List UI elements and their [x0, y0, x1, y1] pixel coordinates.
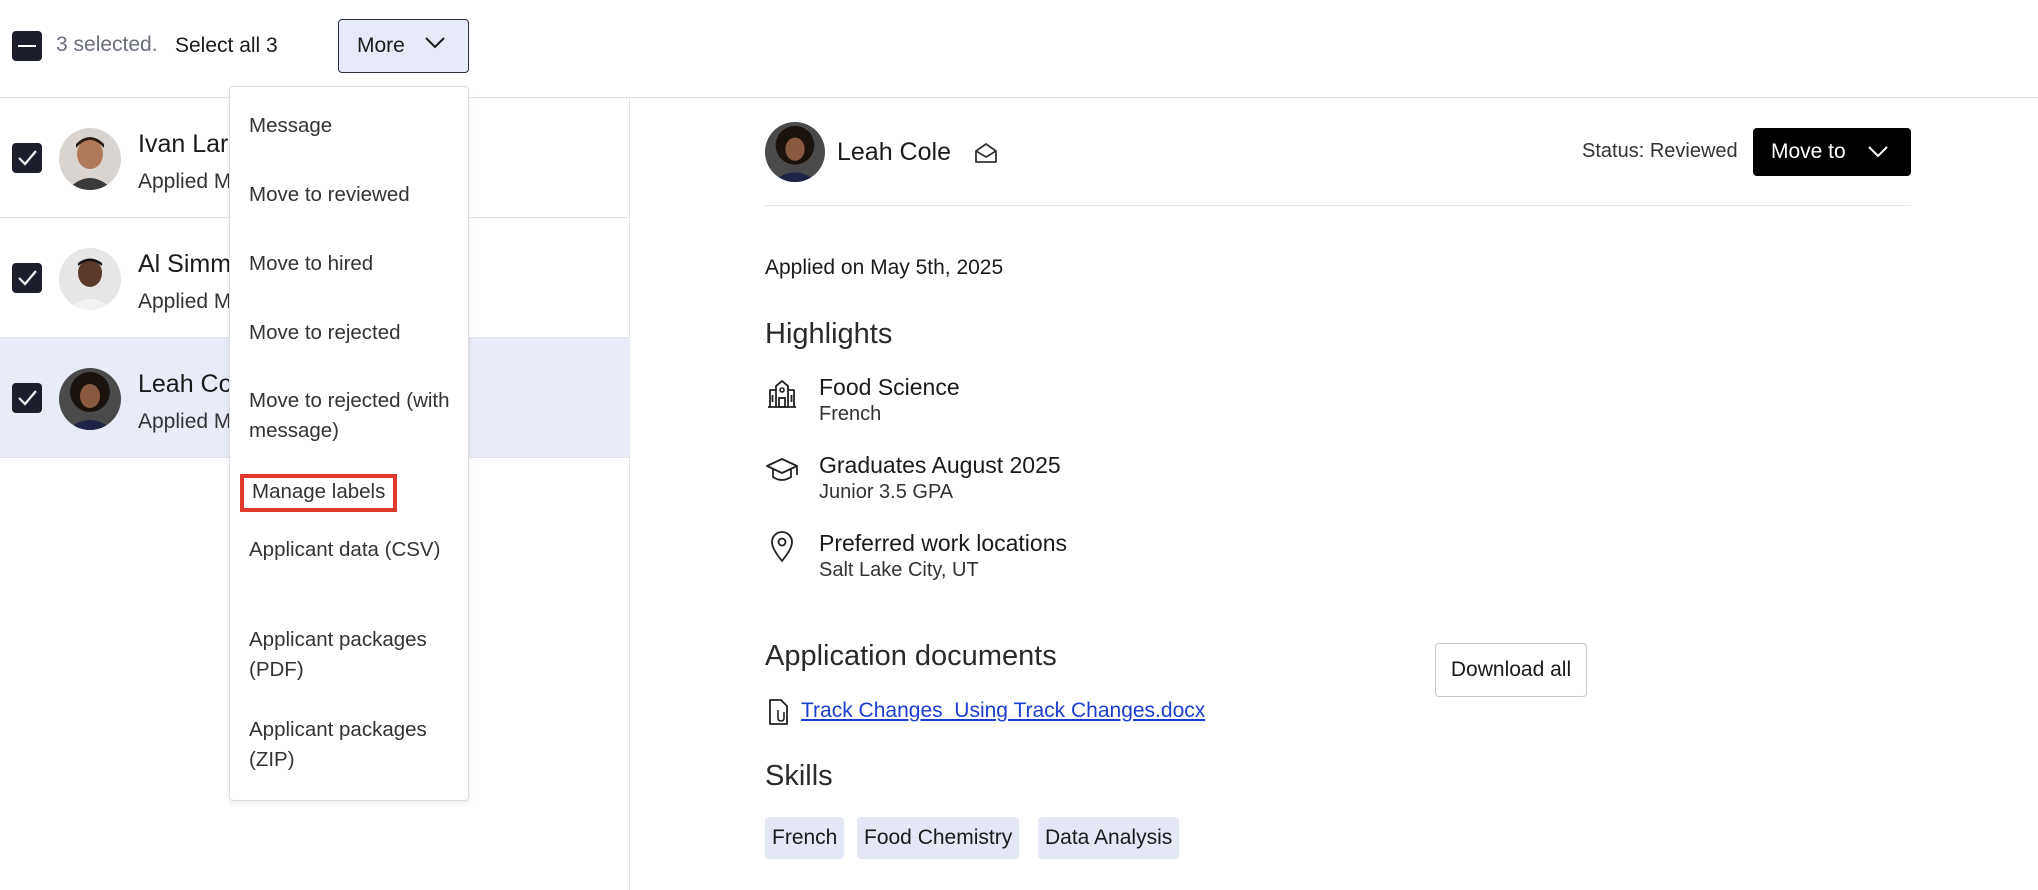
applicant-applied: Applied M	[138, 290, 232, 313]
applied-date: Applied on May 5th, 2025	[765, 256, 1004, 279]
applicant-detail-name: Leah Cole	[837, 138, 951, 166]
menu-item-applicant-data-csv[interactable]: Applicant data (CSV)	[249, 535, 459, 565]
highlights-heading: Highlights	[765, 318, 893, 350]
checkmark-icon	[18, 390, 37, 406]
building-icon	[768, 380, 796, 408]
applicant-applied: Applied M	[138, 170, 232, 193]
menu-item-manage-labels[interactable]: Manage labels	[240, 474, 398, 512]
menu-item-move-to-rejected-with-message[interactable]: Move to rejected (with message)	[249, 386, 459, 446]
selected-count: 3 selected.	[56, 33, 158, 56]
envelope-open-icon[interactable]	[973, 140, 999, 166]
menu-item-applicant-packages-pdf[interactable]: Applicant packages (PDF)	[249, 625, 459, 685]
status-label: Status: Reviewed	[1582, 140, 1738, 162]
avatar	[59, 248, 121, 310]
document-link[interactable]: Track Changes_Using Track Changes.docx	[801, 699, 1205, 723]
more-dropdown-menu: Message Move to reviewed Move to hired M…	[229, 86, 469, 801]
skill-tag: Data Analysis	[1038, 817, 1180, 859]
location-pin-icon	[771, 531, 793, 562]
row-checkbox[interactable]	[12, 263, 42, 293]
checkmark-icon	[18, 150, 37, 166]
menu-item-move-to-rejected[interactable]: Move to rejected	[249, 318, 459, 348]
avatar	[59, 128, 121, 190]
menu-item-message[interactable]: Message	[249, 111, 459, 141]
applicant-applied: Applied M	[138, 410, 232, 433]
applicant-name: Ivan Lars	[138, 130, 241, 158]
document-attachment-icon	[769, 699, 788, 725]
menu-item-move-to-hired[interactable]: Move to hired	[249, 249, 459, 279]
skills-heading: Skills	[765, 760, 833, 792]
application-documents-heading: Application documents	[765, 640, 1057, 672]
chevron-down-icon	[1868, 146, 1888, 158]
download-all-button[interactable]: Download all	[1435, 643, 1587, 697]
highlight-sub: Junior 3.5 GPA	[819, 481, 954, 503]
graduation-cap-icon	[766, 458, 798, 481]
menu-item-move-to-reviewed[interactable]: Move to reviewed	[249, 180, 459, 210]
highlight-sub: French	[819, 403, 882, 425]
divider	[765, 205, 1911, 206]
avatar	[59, 368, 121, 430]
select-all-checkbox[interactable]	[12, 31, 42, 61]
highlight-sub: Salt Lake City, UT	[819, 559, 979, 581]
avatar	[765, 122, 825, 182]
applicant-name: Al Simm	[138, 250, 232, 278]
menu-item-applicant-packages-zip[interactable]: Applicant packages (ZIP)	[249, 715, 459, 775]
skill-tag: Food Chemistry	[857, 817, 1020, 859]
move-to-button[interactable]: Move to	[1753, 128, 1911, 176]
highlight-title: Preferred work locations	[819, 530, 1067, 556]
more-button[interactable]: More	[338, 19, 469, 73]
applicant-name: Leah Co	[138, 370, 233, 398]
bulk-action-bar: 3 selected. Select all 3 More	[0, 0, 2038, 98]
move-to-label: Move to	[1771, 140, 1846, 163]
highlight-title: Food Science	[819, 374, 960, 400]
row-checkbox[interactable]	[12, 383, 42, 413]
skill-tag: French	[765, 817, 845, 859]
applicant-detail-panel: Leah Cole Status: Reviewed Move to Appli…	[631, 98, 2038, 890]
checkmark-icon	[18, 270, 37, 286]
select-all-link[interactable]: Select all 3	[175, 34, 278, 58]
chevron-down-icon	[425, 37, 445, 49]
row-checkbox[interactable]	[12, 143, 42, 173]
more-button-label: More	[357, 34, 405, 57]
highlight-title: Graduates August 2025	[819, 452, 1061, 478]
